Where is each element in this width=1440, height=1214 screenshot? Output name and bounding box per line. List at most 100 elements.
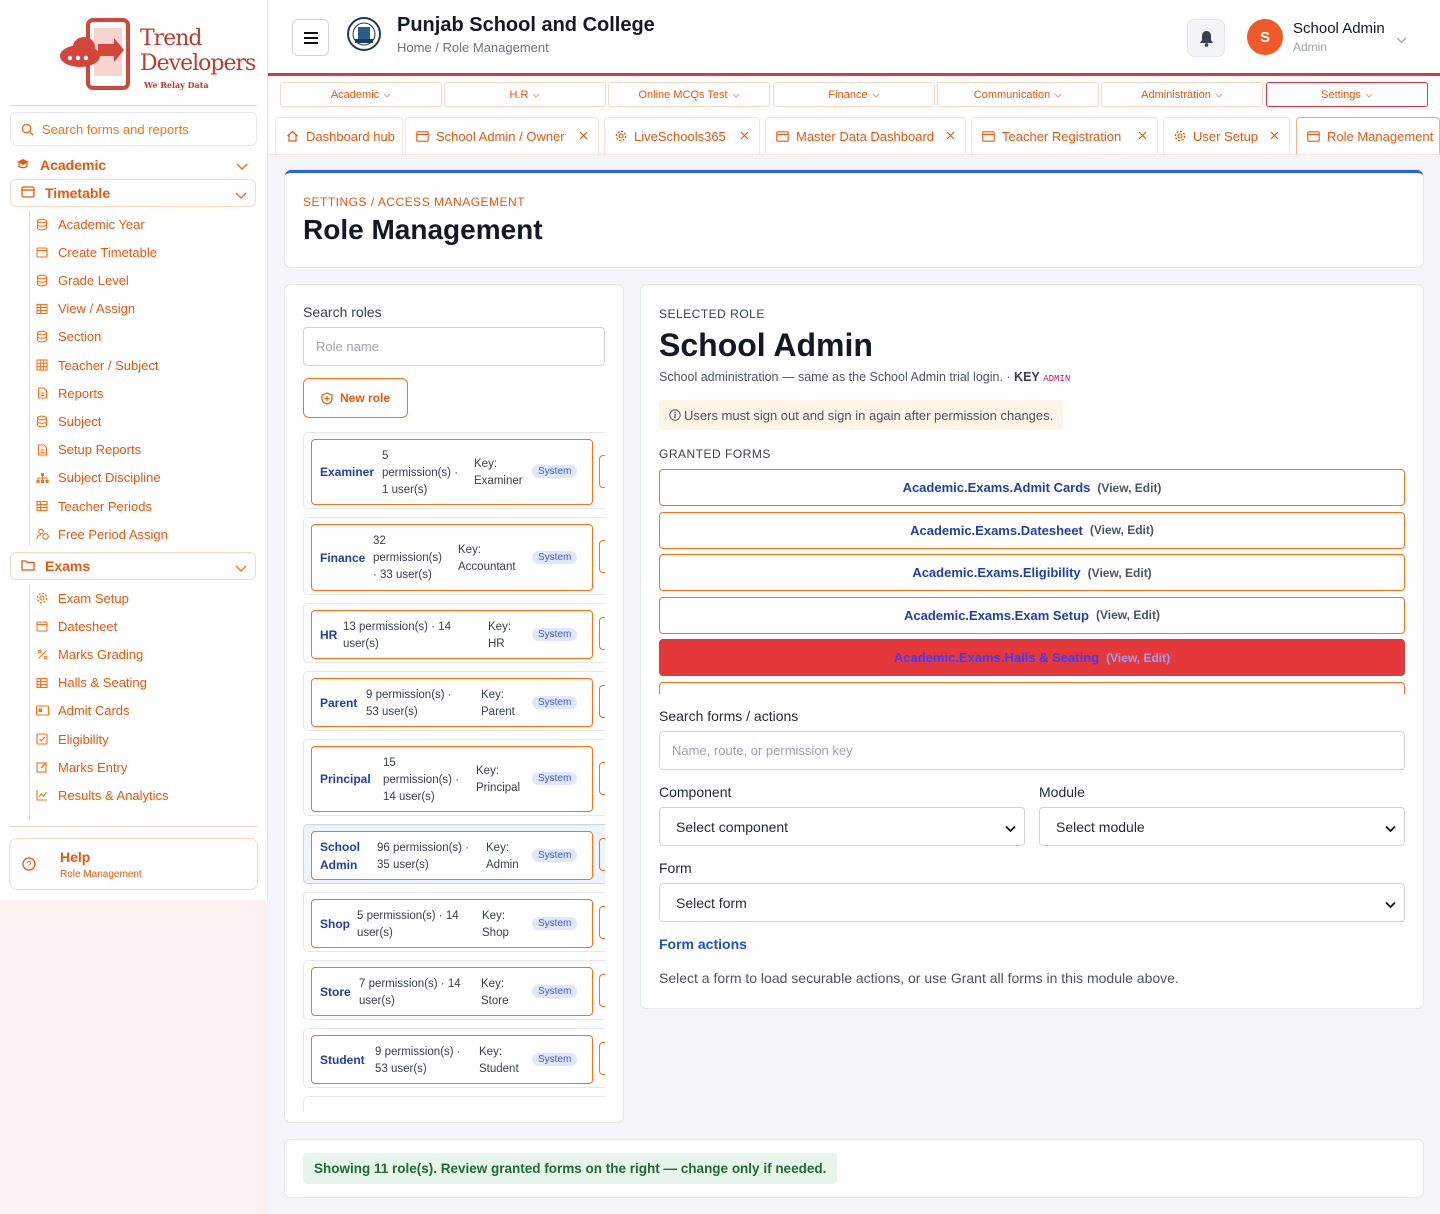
sidebar-item[interactable]: Create Timetable — [35, 242, 157, 262]
sidebar-item[interactable]: Datesheet — [35, 616, 117, 636]
role-card[interactable]: HR 13 permission(s) · 14 user(s) Key: HR Syst… — [303, 603, 605, 663]
close-icon[interactable] — [740, 128, 749, 143]
sidebar-search-input[interactable]: Search forms and reports — [10, 112, 257, 146]
form-select-value: Select form — [676, 894, 747, 911]
module-menu-item[interactable]: H.R — [444, 82, 606, 107]
role-key: Key: Examiner — [474, 456, 523, 490]
role-select-button[interactable]: HR 13 permission(s) · 14 user(s) Key: HR Syst… — [311, 610, 593, 659]
role-permission-count: 32 permission(s) · 33 user(s) — [373, 533, 461, 584]
role-action-button[interactable] — [599, 838, 605, 871]
close-icon[interactable] — [579, 128, 588, 143]
close-icon[interactable] — [1138, 128, 1147, 143]
sidebar-item[interactable]: Grade Level — [35, 270, 129, 290]
chevron-down-icon[interactable] — [1396, 31, 1407, 49]
user-name[interactable]: School Admin — [1293, 20, 1385, 37]
role-card[interactable]: Parent 9 permission(s) · 53 user(s) Key: Par… — [303, 671, 605, 731]
sidebar-item[interactable]: Marks Grading — [35, 644, 143, 664]
module-menu-item[interactable]: Finance — [773, 82, 935, 107]
role-select-button[interactable]: Principal 15 permission(s) · 14 user(s) Key:… — [311, 746, 593, 812]
role-select-button[interactable]: School Admin 96 permission(s) · 35 user(s)… — [311, 831, 593, 880]
role-action-button[interactable] — [599, 974, 605, 1007]
role-action-button[interactable] — [599, 617, 605, 650]
permission-line: 14 user(s) — [383, 790, 435, 803]
close-icon[interactable] — [1270, 128, 1279, 143]
sidebar-item[interactable]: Subject — [35, 411, 101, 431]
module-menu-item[interactable]: Communication — [937, 82, 1099, 107]
sidebar-item[interactable]: Free Period Assign — [35, 524, 168, 544]
tab[interactable]: Dashboard hub — [275, 117, 403, 154]
tab[interactable]: School Admin / Owner — [405, 117, 599, 154]
sidebar-item[interactable]: View / Assign — [35, 299, 135, 319]
role-action-button[interactable] — [599, 455, 605, 488]
sidebar-item[interactable]: Section — [35, 327, 101, 347]
role-card[interactable]: Shop 5 permission(s) · 14 user(s) Key: Shop S… — [303, 892, 605, 952]
role-select-button[interactable]: Parent 9 permission(s) · 53 user(s) Key: Par… — [311, 678, 593, 727]
search-forms-label: Search forms / actions — [659, 708, 799, 724]
form-select[interactable]: Select form — [659, 883, 1405, 922]
sidebar-group-exams[interactable]: Exams — [10, 552, 256, 580]
new-role-button[interactable]: New role — [303, 378, 408, 418]
granted-form-item[interactable]: Academic.Exams.Admit Cards (View, Edit) — [659, 469, 1405, 506]
tab[interactable]: Role Management — [1296, 117, 1440, 154]
role-select-button[interactable]: Store 7 permission(s) · 14 user(s) Key: Stor… — [311, 967, 593, 1016]
granted-form-item[interactable]: Academic.Exams.Datesheet (View, Edit) — [659, 511, 1405, 549]
help-card[interactable]: ? Help Role Management — [9, 838, 258, 890]
search-forms-input[interactable]: Name, route, or permission key — [659, 731, 1405, 770]
role-action-button[interactable] — [599, 1042, 605, 1075]
sidebar-item[interactable]: Exam Setup — [35, 588, 129, 608]
role-card[interactable]: Principal 15 permission(s) · 14 user(s) Key:… — [303, 739, 605, 816]
sidebar-item[interactable]: Teacher Periods — [35, 496, 152, 516]
role-name: Parent — [320, 695, 358, 710]
tab-label: Dashboard hub — [306, 128, 395, 144]
module-select[interactable]: Select module — [1039, 807, 1405, 846]
granted-form-item-partial — [659, 682, 1405, 694]
permission-line: 96 permission(s) · — [377, 841, 470, 854]
role-search-input[interactable]: Role name — [303, 327, 605, 366]
role-card[interactable]: Examiner 5 permission(s) · 1 user(s) Key: Exa… — [303, 432, 605, 509]
sidebar-item[interactable]: Subject Discipline — [35, 468, 161, 488]
component-select-value: Select component — [676, 818, 789, 835]
key-line: Key: — [474, 458, 498, 470]
role-card[interactable]: Store 7 permission(s) · 14 user(s) Key: Stor… — [303, 960, 605, 1020]
module-menu-item[interactable]: Academic — [280, 82, 442, 107]
tab[interactable]: User Setup — [1163, 117, 1290, 154]
sidebar-group-timetable[interactable]: Timetable — [10, 179, 256, 207]
sidebar-item[interactable]: Marks Entry — [35, 757, 127, 777]
role-select-button[interactable]: Student 9 permission(s) · 53 user(s) Key: St… — [311, 1035, 593, 1084]
role-action-button[interactable] — [599, 540, 605, 573]
tab[interactable]: Teacher Registration — [971, 117, 1158, 154]
tab[interactable]: Master Data Dashboard — [765, 117, 966, 154]
sidebar-item[interactable]: Academic Year — [35, 214, 145, 234]
role-card[interactable]: Finance 32 permission(s) · 33 user(s) Key: Ac… — [303, 517, 605, 595]
role-action-button[interactable] — [599, 685, 605, 718]
sidebar-item[interactable]: Eligibility — [35, 729, 109, 749]
tab[interactable]: LiveSchools365 — [604, 117, 760, 154]
role-select-button[interactable]: Finance 32 permission(s) · 33 user(s) Key: Ac… — [311, 524, 593, 591]
sidebar-item[interactable]: Teacher / Subject — [35, 355, 158, 375]
sidebar-item[interactable]: Admit Cards — [35, 701, 130, 721]
module-menu-item[interactable]: Settings — [1266, 82, 1428, 107]
sidebar-item[interactable]: Reports — [35, 383, 104, 403]
sidebar-item[interactable]: Halls & Seating — [35, 673, 147, 693]
close-icon[interactable] — [946, 128, 955, 143]
role-select-button[interactable]: Examiner 5 permission(s) · 1 user(s) Key: Exa… — [311, 439, 593, 505]
sidebar-item[interactable]: Results & Analytics — [35, 785, 169, 805]
avatar[interactable]: S — [1247, 19, 1283, 55]
module-menu-item[interactable]: Administration — [1101, 82, 1263, 107]
granted-form-item[interactable]: Academic.Exams.Eligibility (View, Edit) — [659, 554, 1405, 591]
menu-toggle-button[interactable] — [292, 19, 329, 56]
component-select[interactable]: Select component — [659, 807, 1025, 846]
user-role: Admin — [1293, 40, 1328, 54]
role-action-button[interactable] — [599, 762, 605, 795]
granted-form-item[interactable]: Academic.Exams.Exam Setup (View, Edit) — [659, 596, 1405, 634]
role-card[interactable]: School Admin 96 permission(s) · 35 user(s)… — [303, 824, 605, 884]
granted-form-item[interactable]: Academic.Exams.Halls & Seating (View, Edi… — [659, 639, 1405, 676]
role-select-button[interactable]: Shop 5 permission(s) · 14 user(s) Key: Shop S… — [311, 899, 593, 948]
role-card[interactable]: Student 9 permission(s) · 53 user(s) Key: St… — [303, 1028, 605, 1088]
svg-text:?: ? — [26, 860, 31, 870]
sidebar-item[interactable]: Setup Reports — [35, 440, 141, 460]
role-action-button[interactable] — [599, 906, 605, 939]
module-menu-item[interactable]: Online MCQs Test — [608, 82, 770, 107]
sidebar-group-academic[interactable]: Academic — [10, 151, 256, 179]
notifications-button[interactable] — [1187, 19, 1225, 57]
